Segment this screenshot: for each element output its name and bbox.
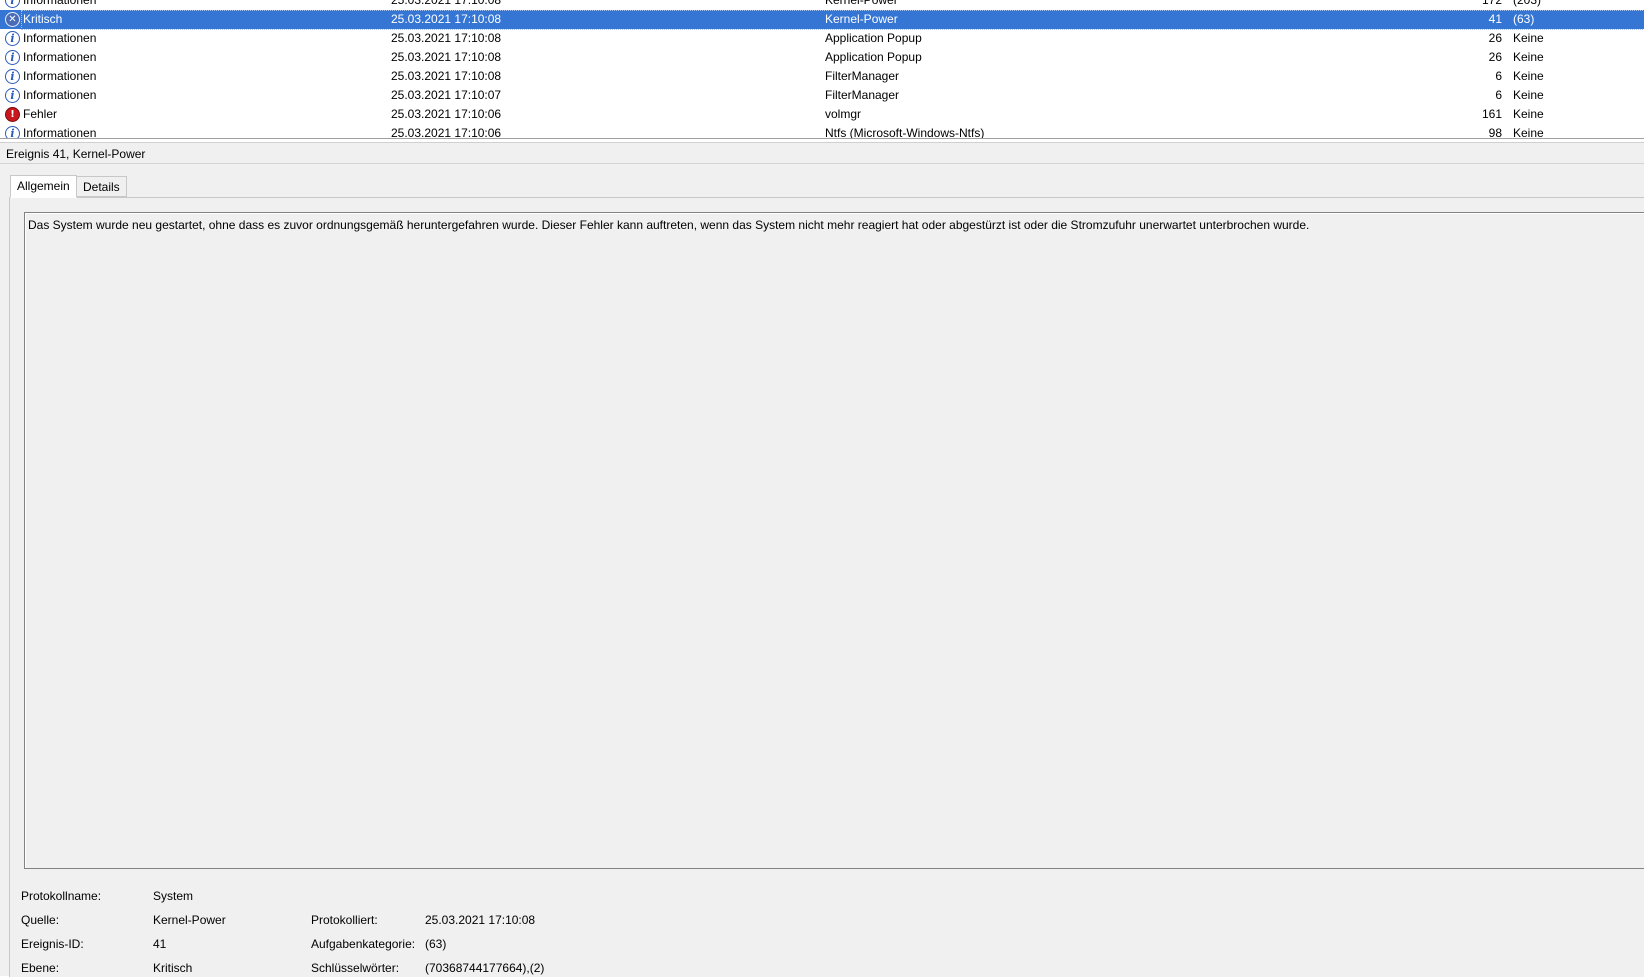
- event-row[interactable]: i Informationen 25.03.2021 17:10:07 FilterM…: [0, 86, 1644, 105]
- event-level: Informationen: [23, 0, 97, 7]
- keywords-value: (70368744177664),(2): [425, 961, 545, 975]
- event-task-category: (63): [1513, 12, 1535, 26]
- event-level: Informationen: [23, 88, 97, 102]
- event-row[interactable]: ! Fehler 25.03.2021 17:10:06 volmgr 161 Keine: [0, 105, 1644, 124]
- critical-icon: ✕: [5, 12, 20, 27]
- event-source: Kernel-Power: [825, 12, 898, 26]
- event-level: Fehler: [23, 107, 58, 121]
- event-source: Ntfs (Microsoft-Windows-Ntfs): [825, 126, 985, 139]
- event-source: Application Popup: [825, 50, 922, 64]
- event-list[interactable]: i Informationen 25.03.2021 17:10:08 Kernel-…: [0, 0, 1644, 139]
- info-icon: i: [5, 126, 20, 138]
- event-row[interactable]: i Informationen 25.03.2021 17:10:08 FilterM…: [0, 67, 1644, 86]
- event-id: 98: [1488, 126, 1502, 139]
- event-id: 6: [1495, 69, 1502, 83]
- event-source: FilterManager: [825, 69, 900, 83]
- event-level: Informationen: [23, 69, 97, 83]
- event-id: 26: [1488, 31, 1502, 45]
- event-level: Informationen: [23, 31, 97, 45]
- source-value: Kernel-Power: [153, 913, 226, 927]
- event-level: Informationen: [23, 50, 97, 64]
- event-description-box[interactable]: Das System wurde neu gestartet, ohne das…: [24, 212, 1644, 869]
- tab-details[interactable]: Details: [76, 176, 127, 197]
- event-detail-title: Ereignis 41, Kernel-Power: [6, 147, 146, 161]
- event-level: Kritisch: [23, 12, 63, 26]
- event-level: Informationen: [23, 126, 97, 139]
- event-row[interactable]: i Informationen 25.03.2021 17:10:08 Kernel-…: [0, 0, 1644, 10]
- log-name-value: System: [153, 889, 194, 903]
- event-detail-pane: Ereignis 41, Kernel-Power Allgemein Deta…: [0, 142, 1644, 977]
- info-icon: i: [5, 69, 20, 84]
- tab-general[interactable]: Allgemein: [10, 175, 77, 198]
- event-task-category: Keine: [1513, 107, 1544, 121]
- task-category-value: (63): [425, 937, 447, 951]
- event-task-category: Keine: [1513, 88, 1544, 102]
- level-value: Kritisch: [153, 961, 193, 975]
- event-task-category: Keine: [1513, 50, 1544, 64]
- event-source: FilterManager: [825, 88, 900, 102]
- event-id-value: 41: [153, 937, 167, 951]
- logged-value: 25.03.2021 17:10:08: [425, 913, 536, 927]
- logged-label: Protokolliert:: [311, 913, 378, 927]
- level-label: Ebene:: [21, 961, 60, 975]
- event-task-category: Keine: [1513, 126, 1544, 139]
- event-id: 26: [1488, 50, 1502, 64]
- event-date: 25.03.2021 17:10:06: [391, 107, 502, 121]
- event-row[interactable]: i Informationen 25.03.2021 17:10:08 Applica…: [0, 48, 1644, 67]
- task-category-label: Aufgabenkategorie:: [311, 937, 416, 951]
- info-icon: i: [5, 50, 20, 65]
- info-icon: i: [5, 0, 20, 8]
- keywords-label: Schlüsselwörter:: [311, 961, 400, 975]
- event-task-category: Keine: [1513, 69, 1544, 83]
- event-id: 41: [1488, 12, 1502, 26]
- event-task-category: Keine: [1513, 31, 1544, 45]
- event-description: Das System wurde neu gestartet, ohne das…: [28, 218, 1310, 232]
- event-id: 161: [1481, 107, 1502, 121]
- event-id: 172: [1481, 0, 1502, 7]
- event-row[interactable]: ✕ Kritisch 25.03.2021 17:10:08 Kernel-Power…: [0, 10, 1644, 30]
- event-row[interactable]: i Informationen 25.03.2021 17:10:08 Applica…: [0, 29, 1644, 48]
- event-task-category: (203): [1513, 0, 1542, 7]
- event-source: Application Popup: [825, 31, 922, 45]
- event-date: 25.03.2021 17:10:07: [391, 88, 502, 102]
- event-source: Kernel-Power: [825, 0, 898, 7]
- source-label: Quelle:: [21, 913, 60, 927]
- event-date: 25.03.2021 17:10:08: [391, 31, 502, 45]
- event-date: 25.03.2021 17:10:08: [391, 12, 502, 26]
- event-date: 25.03.2021 17:10:06: [391, 126, 502, 139]
- error-icon: !: [5, 107, 20, 122]
- event-date: 25.03.2021 17:10:08: [391, 50, 502, 64]
- event-id-label: Ereignis-ID:: [21, 937, 84, 951]
- event-detail-header: Ereignis 41, Kernel-Power: [0, 142, 1644, 164]
- event-date: 25.03.2021 17:10:08: [391, 0, 502, 7]
- event-source: volmgr: [825, 107, 862, 121]
- info-icon: i: [5, 31, 20, 46]
- log-name-label: Protokollname:: [21, 889, 102, 903]
- info-icon: i: [5, 88, 20, 103]
- event-id: 6: [1495, 88, 1502, 102]
- event-row[interactable]: i Informationen 25.03.2021 17:10:06 Ntfs (M…: [0, 124, 1644, 139]
- event-date: 25.03.2021 17:10:08: [391, 69, 502, 83]
- general-tab-content: Das System wurde neu gestartet, ohne das…: [9, 197, 1644, 977]
